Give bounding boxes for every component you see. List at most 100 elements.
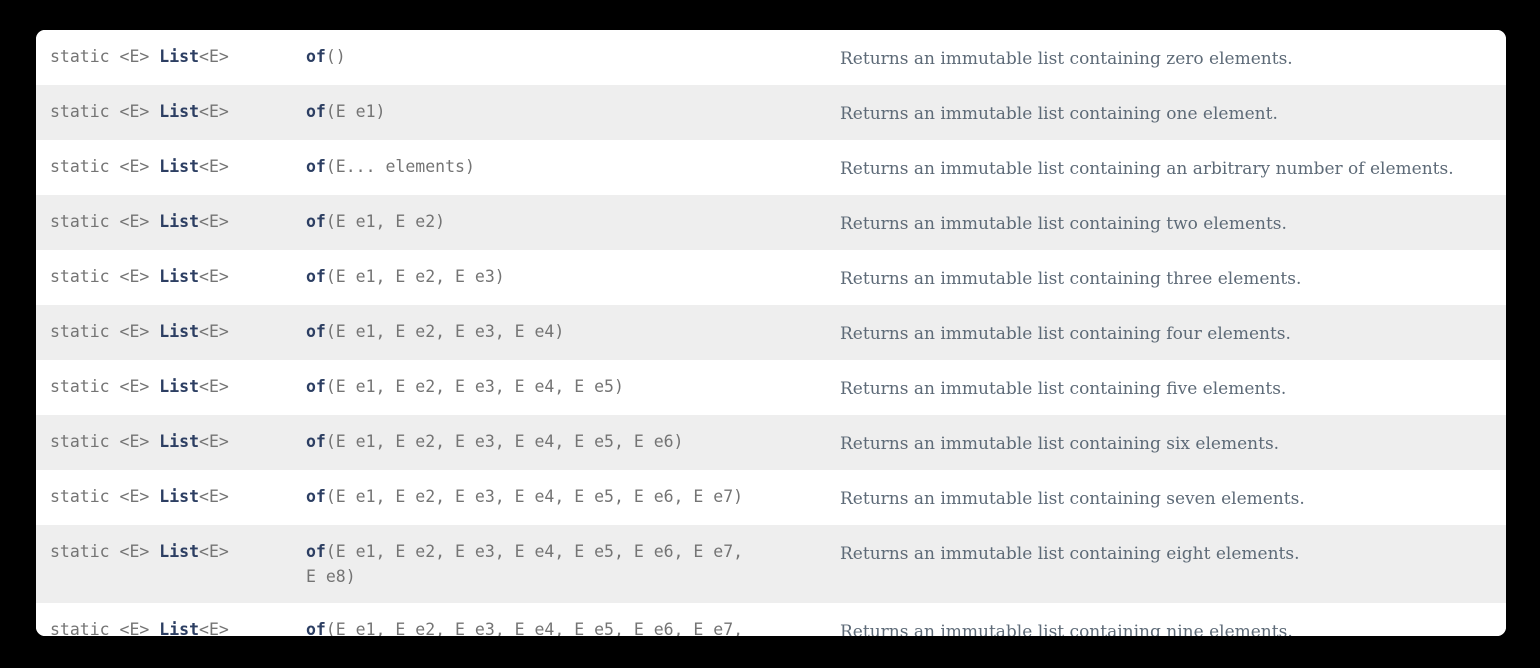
cell-method-signature: of(E e1, E e2, E e3, E e4, E e5, E e6, E… <box>306 470 822 525</box>
table-row: static <E> List<E> of(E e1, E e2, E e3, E… <box>36 415 1506 470</box>
cell-modifier-and-type: static <E> List<E> <box>36 603 306 636</box>
modifier-text: static <E> <box>50 487 160 506</box>
cell-modifier-and-type: static <E> List<E> <box>36 250 306 305</box>
cell-modifier-and-type: static <E> List<E> <box>36 525 306 603</box>
cell-method-signature: of(E... elements) <box>306 140 822 195</box>
cell-method-signature: of(E e1, E e2, E e3, E e4, E e5) <box>306 360 822 415</box>
table-row: static <E> List<E> of() Returns an immutab… <box>36 30 1506 85</box>
method-parameters: (E e1, E e2, E e3, E e4) <box>325 322 565 341</box>
return-type-parameter: <E> <box>199 322 229 341</box>
table-row: static <E> List<E> of(E e1) Returns an imm… <box>36 85 1506 140</box>
table-row: static <E> List<E> of(E e1, E e2) Returns … <box>36 195 1506 250</box>
cell-modifier-and-type: static <E> List<E> <box>36 360 306 415</box>
return-type-link[interactable]: List <box>159 487 199 506</box>
return-type-link[interactable]: List <box>159 157 199 176</box>
modifier-text: static <E> <box>50 377 160 396</box>
return-type-link[interactable]: List <box>159 620 199 636</box>
method-parameters: (E e1) <box>325 102 386 121</box>
modifier-text: static <E> <box>50 620 160 636</box>
table-row: static <E> List<E> of(E e1, E e2, E e3, E… <box>36 603 1506 636</box>
cell-modifier-and-type: static <E> List<E> <box>36 140 306 195</box>
modifier-text: static <E> <box>50 322 160 341</box>
method-parameters: () <box>325 47 346 66</box>
cell-description: Returns an immutable list containing two… <box>840 214 1287 234</box>
modifier-text: static <E> <box>50 102 160 121</box>
method-parameters: (E... elements) <box>325 157 475 176</box>
cell-description: Returns an immutable list containing eig… <box>840 544 1300 564</box>
return-type-parameter: <E> <box>199 487 229 506</box>
return-type-link[interactable]: List <box>159 267 199 286</box>
return-type-link[interactable]: List <box>159 322 199 341</box>
cell-description: Returns an immutable list containing an … <box>840 159 1454 179</box>
cell-description: Returns an immutable list containing one… <box>840 104 1278 124</box>
cell-method-signature: of(E e1, E e2, E e3, E e4, E e5, E e6) <box>306 415 822 470</box>
cell-modifier-and-type: static <E> List<E> <box>36 415 306 470</box>
return-type-parameter: <E> <box>199 102 229 121</box>
table-row: static <E> List<E> of(E e1, E e2, E e3, E… <box>36 305 1506 360</box>
method-name-link[interactable]: of <box>306 157 326 176</box>
method-name-link[interactable]: of <box>306 377 326 396</box>
cell-modifier-and-type: static <E> List<E> <box>36 470 306 525</box>
table-row: static <E> List<E> of(E e1, E e2, E e3, E… <box>36 470 1506 525</box>
method-name-link[interactable]: of <box>306 620 326 636</box>
return-type-parameter: <E> <box>199 157 229 176</box>
method-name-link[interactable]: of <box>306 487 326 506</box>
method-name-link[interactable]: of <box>306 102 326 121</box>
return-type-parameter: <E> <box>199 47 229 66</box>
cell-description: Returns an immutable list containing thr… <box>840 269 1302 289</box>
method-summary-table-body: static <E> List<E> of() Returns an immutab… <box>36 30 1506 636</box>
method-name-link[interactable]: of <box>306 542 326 561</box>
table-row: static <E> List<E> of(E e1, E e2, E e3, E… <box>36 525 1506 603</box>
cell-description: Returns an immutable list containing fiv… <box>840 379 1287 399</box>
modifier-text: static <E> <box>50 542 160 561</box>
page-root: static <E> List<E> of() Returns an immutab… <box>0 0 1540 668</box>
cell-description: Returns an immutable list containing nin… <box>840 622 1293 636</box>
return-type-parameter: <E> <box>199 377 229 396</box>
method-name-link[interactable]: of <box>306 267 326 286</box>
return-type-link[interactable]: List <box>159 432 199 451</box>
method-parameters: (E e1, E e2, E e3, E e4, E e5, E e6, E e… <box>325 487 744 506</box>
cell-modifier-and-type: static <E> List<E> <box>36 85 306 140</box>
method-name-link[interactable]: of <box>306 322 326 341</box>
cell-description: Returns an immutable list containing fou… <box>840 324 1291 344</box>
cell-description: Returns an immutable list containing sev… <box>840 489 1305 509</box>
cell-modifier-and-type: static <E> List<E> <box>36 195 306 250</box>
table-row: static <E> List<E> of(E e1, E e2, E e3) Re… <box>36 250 1506 305</box>
cell-method-signature: of(E e1, E e2, E e3, E e4, E e5, E e6, E… <box>306 525 822 603</box>
return-type-link[interactable]: List <box>159 47 199 66</box>
return-type-link[interactable]: List <box>159 102 199 121</box>
table-row: static <E> List<E> of(E... elements) Retur… <box>36 140 1506 195</box>
modifier-text: static <E> <box>50 432 160 451</box>
cell-description: Returns an immutable list containing zer… <box>840 49 1293 69</box>
modifier-text: static <E> <box>50 47 160 66</box>
cell-method-signature: of(E e1, E e2) <box>306 195 822 250</box>
return-type-parameter: <E> <box>199 620 229 636</box>
modifier-text: static <E> <box>50 212 160 231</box>
cell-method-signature: of(E e1, E e2, E e3) <box>306 250 822 305</box>
return-type-link[interactable]: List <box>159 212 199 231</box>
return-type-link[interactable]: List <box>159 377 199 396</box>
method-parameters: (E e1, E e2, E e3, E e4, E e5, E e6) <box>325 432 684 451</box>
return-type-parameter: <E> <box>199 432 229 451</box>
method-parameters: (E e1, E e2) <box>325 212 446 231</box>
return-type-parameter: <E> <box>199 542 229 561</box>
method-name-link[interactable]: of <box>306 47 326 66</box>
return-type-link[interactable]: List <box>159 542 199 561</box>
cell-modifier-and-type: static <E> List<E> <box>36 305 306 360</box>
method-parameters: (E e1, E e2, E e3, E e4, E e5, E e6, E e… <box>325 620 744 636</box>
cell-method-signature: of(E e1) <box>306 85 822 140</box>
method-summary-table: static <E> List<E> of() Returns an immutab… <box>36 30 1506 636</box>
return-type-parameter: <E> <box>199 267 229 286</box>
cell-method-signature: of(E e1, E e2, E e3, E e4) <box>306 305 822 360</box>
cell-method-signature: of() <box>306 30 822 85</box>
modifier-text: static <E> <box>50 157 160 176</box>
method-name-link[interactable]: of <box>306 432 326 451</box>
cell-method-signature: of(E e1, E e2, E e3, E e4, E e5, E e6, E… <box>306 603 822 636</box>
cell-modifier-and-type: static <E> List<E> <box>36 30 306 85</box>
modifier-text: static <E> <box>50 267 160 286</box>
method-name-link[interactable]: of <box>306 212 326 231</box>
cell-description: Returns an immutable list containing six… <box>840 434 1280 454</box>
method-parameters: (E e1, E e2, E e3, E e4, E e5, E e6, E e… <box>306 542 744 586</box>
method-parameters: (E e1, E e2, E e3) <box>325 267 505 286</box>
return-type-parameter: <E> <box>199 212 229 231</box>
